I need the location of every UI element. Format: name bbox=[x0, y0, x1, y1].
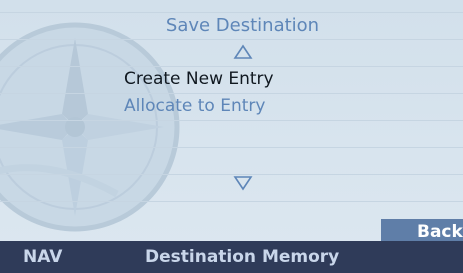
navigation-screen: Save Destination Create New Entry Alloca… bbox=[0, 0, 463, 273]
menu-divider bbox=[0, 93, 463, 94]
scroll-down-icon[interactable] bbox=[233, 175, 253, 191]
menu-divider bbox=[0, 201, 463, 202]
menu-divider bbox=[0, 120, 463, 121]
menu-title: Save Destination bbox=[165, 15, 320, 36]
menu-divider bbox=[0, 147, 463, 148]
menu-divider bbox=[0, 66, 463, 67]
nav-mode-label: NAV bbox=[23, 247, 63, 267]
menu-divider bbox=[0, 174, 463, 175]
status-bar: NAV Destination Memory bbox=[0, 241, 463, 273]
scroll-up-icon[interactable] bbox=[233, 44, 253, 60]
menu-divider bbox=[0, 39, 463, 40]
screen-title: Destination Memory bbox=[145, 247, 340, 267]
menu-item-create-new-entry[interactable]: Create New Entry bbox=[124, 69, 274, 89]
menu-item-allocate-to-entry[interactable]: Allocate to Entry bbox=[124, 96, 265, 116]
compass-watermark-icon bbox=[0, 22, 180, 232]
menu-divider bbox=[0, 12, 463, 13]
